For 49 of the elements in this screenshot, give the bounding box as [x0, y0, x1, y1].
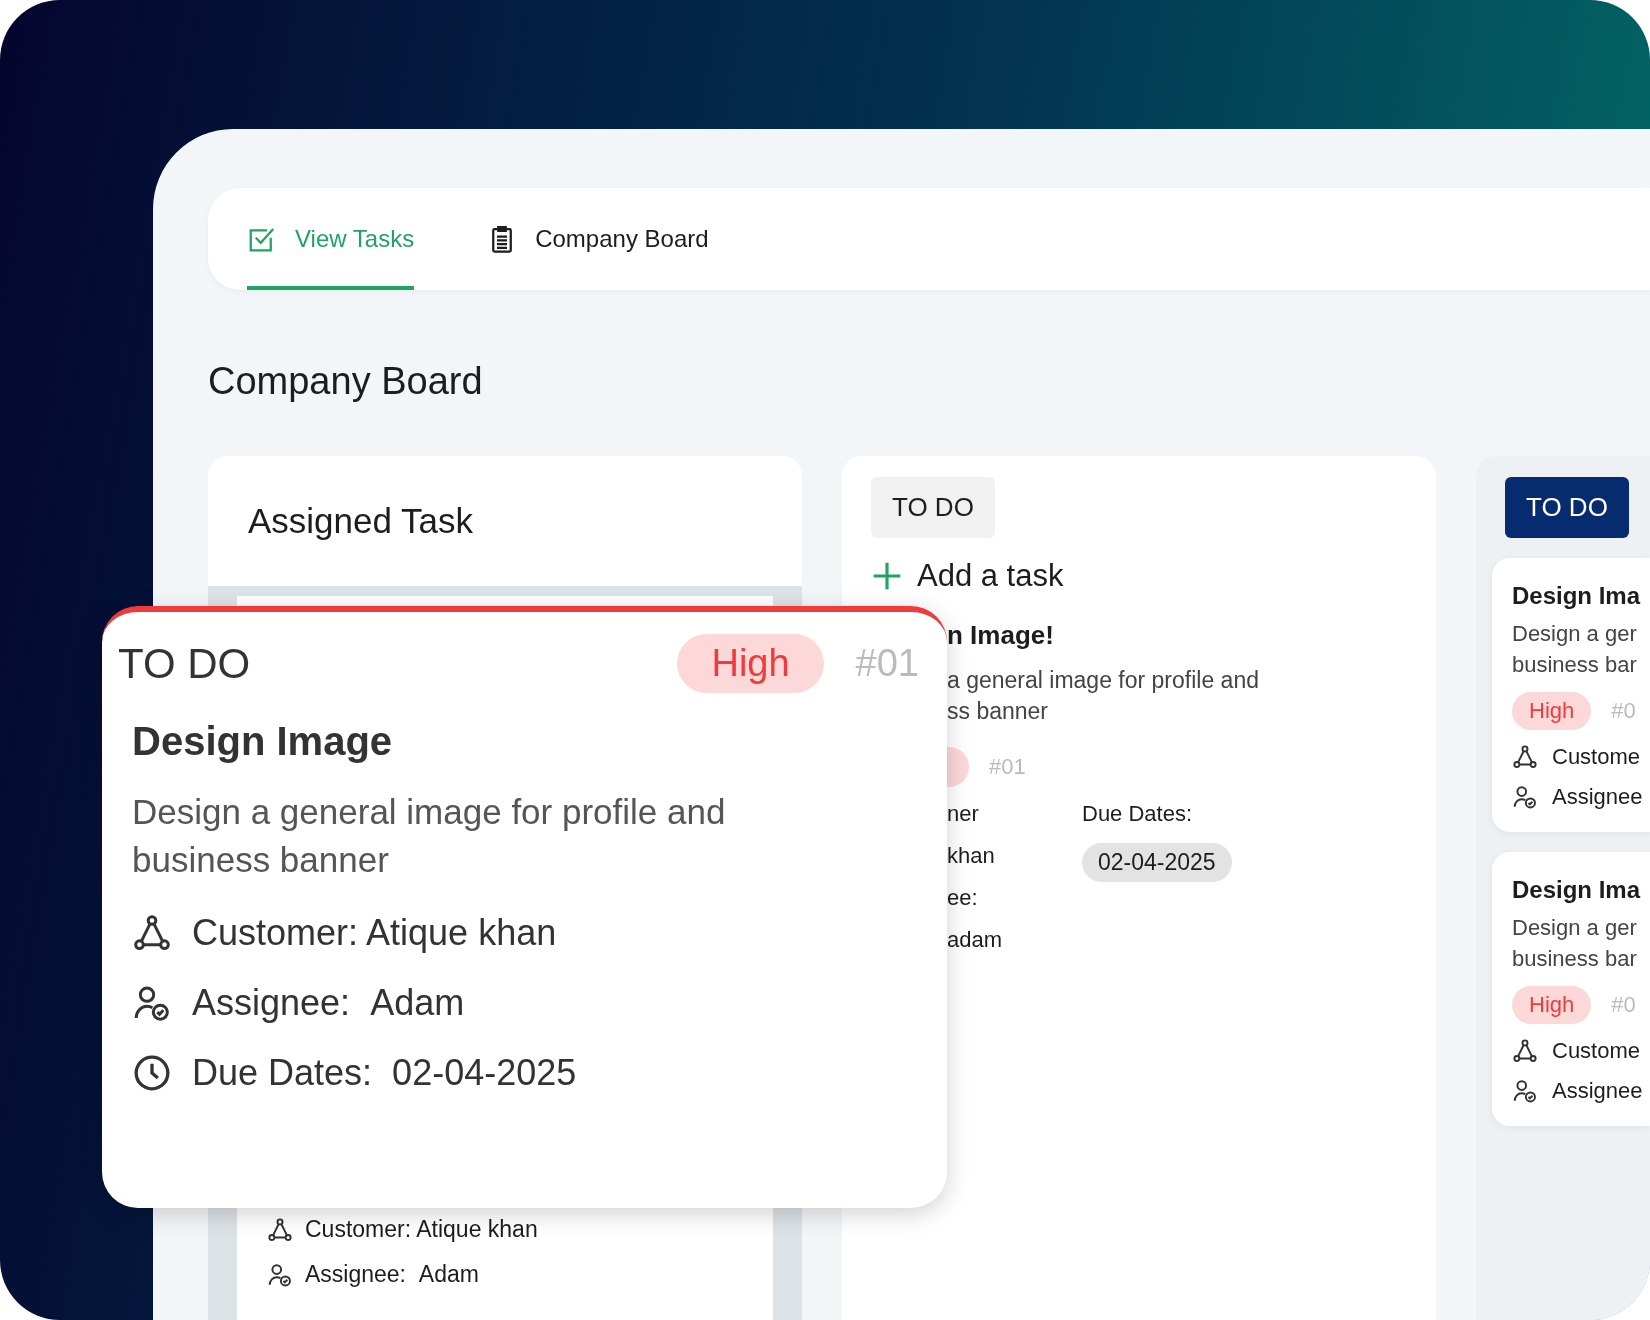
due-text: Due Dates: 02-04-2025 — [192, 1052, 577, 1094]
status-text: TO DO — [118, 639, 252, 688]
assignee-text: Assignee — [1552, 784, 1643, 810]
task-description: Design a general image for profile and business banner — [132, 791, 727, 881]
tab-label: Company Board — [535, 225, 709, 253]
field-value: adam — [947, 927, 1004, 953]
task-number: #01 — [855, 642, 919, 685]
task-description: Design a ger business bar — [1512, 620, 1638, 679]
task-title: Design Image — [132, 719, 394, 764]
triangle-nodes-icon — [132, 913, 172, 953]
customer-text: Custome — [1552, 744, 1641, 770]
priority-badge: High — [1512, 986, 1592, 1024]
priority-badge: High — [677, 634, 824, 693]
tab-label: View Tasks — [295, 225, 415, 253]
customer-text: Customer: Atique khan — [192, 912, 557, 954]
triangle-nodes-icon — [1512, 744, 1538, 770]
column-header: Assigned Task — [208, 456, 802, 586]
plus-icon — [871, 560, 903, 592]
user-check-icon — [1512, 784, 1538, 810]
triangle-nodes-icon — [1512, 1038, 1538, 1064]
task-number: #0 — [1611, 992, 1636, 1018]
task-number: #0 — [1611, 698, 1636, 724]
status-tag: TO DO — [871, 477, 995, 538]
task-title: Design Ima — [1512, 876, 1642, 904]
task-description: Design a ger business bar — [1512, 914, 1638, 973]
user-check-icon — [267, 1261, 293, 1288]
triangle-nodes-icon — [267, 1216, 293, 1243]
task-description: a general image for profile and ss banner — [947, 666, 1260, 726]
assignee-text: Assignee — [1552, 1078, 1643, 1104]
user-check-icon — [1512, 1078, 1538, 1104]
field-label: ner — [947, 801, 980, 827]
customer-text: Custome — [1552, 1038, 1641, 1064]
due-date: 02-04-2025 — [1082, 843, 1232, 882]
add-task-button[interactable]: Add a task — [871, 558, 1064, 594]
task-title: Design Ima — [1512, 582, 1642, 610]
customer-text: Customer: Atique khan — [305, 1216, 538, 1243]
assignee-text: Assignee: Adam — [192, 982, 465, 1024]
clock-icon — [132, 1053, 172, 1093]
priority-badge — [947, 747, 969, 787]
task-number: #01 — [989, 754, 1026, 780]
field-value: khan — [947, 843, 996, 869]
assignee-text: Assignee: Adam — [305, 1261, 479, 1288]
page-title: Company Board — [208, 359, 484, 404]
priority-badge: High — [1512, 692, 1592, 730]
task-title: n Image! — [947, 620, 1055, 651]
tab[interactable]: Company Board — [487, 188, 709, 290]
field-label: ee: — [947, 885, 979, 911]
status-tag: TO DO — [1505, 477, 1629, 538]
due-label: Due Dates: — [1082, 801, 1194, 827]
